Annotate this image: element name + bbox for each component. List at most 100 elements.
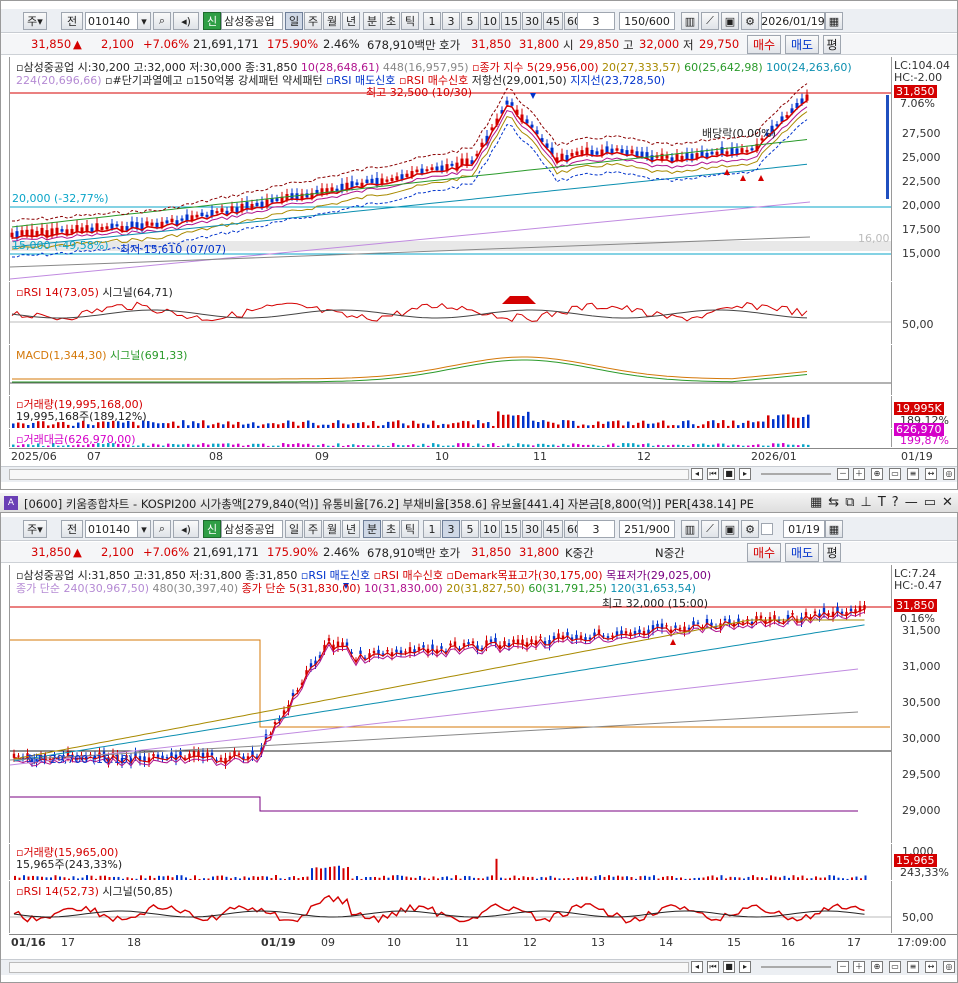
- draw-tool-icon[interactable]: ⟋: [701, 520, 719, 538]
- num-10-button[interactable]: 10: [480, 520, 500, 538]
- buy-button[interactable]: 매수: [747, 35, 781, 54]
- indicator-icon[interactable]: ▥: [681, 12, 699, 30]
- top-price-pane[interactable]: ▫삼성중공업 시:30,200 고:32,000 저:30,000 종:31,8…: [9, 57, 892, 281]
- period-second-tab[interactable]: 초: [382, 12, 400, 30]
- sell-button[interactable]: 매도: [785, 35, 819, 54]
- stock-type-select[interactable]: 주▾: [23, 12, 47, 30]
- list-icon[interactable]: ≡: [907, 961, 919, 973]
- bottom-scroll-bar[interactable]: ◂ ⏮ ■ ▸ － ＋ ⊕ ▭ ≡ ↔ ◎: [1, 959, 957, 975]
- num-5-button[interactable]: 5: [461, 520, 479, 538]
- scroll-left-icon[interactable]: ◂: [691, 961, 703, 973]
- checkbox[interactable]: [761, 523, 773, 535]
- period-minute-tab[interactable]: 분: [363, 520, 381, 538]
- zoom-out-icon[interactable]: －: [837, 961, 849, 973]
- settings-icon[interactable]: ◎: [943, 468, 955, 480]
- num-10-button[interactable]: 10: [480, 12, 500, 30]
- indicator-icon[interactable]: ▥: [681, 520, 699, 538]
- avg-button[interactable]: 평: [823, 35, 841, 54]
- grid-icon[interactable]: ▦: [810, 495, 828, 510]
- close-icon[interactable]: ✕: [942, 495, 958, 510]
- avg-button[interactable]: 평: [823, 543, 841, 562]
- gear-icon[interactable]: ⚙: [741, 520, 759, 538]
- prev-button[interactable]: 전: [61, 12, 83, 30]
- period-month-tab[interactable]: 월: [323, 520, 341, 538]
- next-icon[interactable]: ▸: [739, 961, 751, 973]
- num-15-button[interactable]: 15: [501, 12, 521, 30]
- date-field[interactable]: 2026/01/19: [761, 12, 825, 30]
- gear-icon[interactable]: ⚙: [741, 12, 759, 30]
- split-icon[interactable]: ▭: [889, 468, 901, 480]
- bottom-rsi-pane[interactable]: ▫RSI 14(52,73) 시그널(50,85): [9, 881, 892, 933]
- bottom-window-titlebar[interactable]: A [0600] 키움종합차트 - KOSPI200 시가총액[279,840(…: [0, 493, 958, 513]
- speaker-icon[interactable]: ◂): [173, 12, 199, 30]
- period-minute-tab[interactable]: 분: [363, 12, 381, 30]
- zoom-in-icon[interactable]: ＋: [853, 468, 865, 480]
- save-icon[interactable]: ▣: [721, 12, 739, 30]
- period-year-tab[interactable]: 년: [342, 520, 360, 538]
- zoom-out-icon[interactable]: －: [837, 468, 849, 480]
- pause-icon[interactable]: ■: [723, 961, 735, 973]
- top-scroll-bar[interactable]: ◂ ⏮ ■ ▸ － ＋ ⊕ ▭ ≡ ↔ ◎: [1, 466, 957, 482]
- split-icon[interactable]: ▭: [889, 961, 901, 973]
- count-select[interactable]: 3: [577, 520, 615, 538]
- num-5-button[interactable]: 5: [461, 12, 479, 30]
- minimize-icon[interactable]: —: [905, 495, 924, 510]
- sell-button[interactable]: 매도: [785, 543, 819, 562]
- maximize-icon[interactable]: ▭: [924, 495, 942, 510]
- top-amount-pane[interactable]: ▫거래대금(626,970,00): [9, 429, 891, 447]
- num-45-button[interactable]: 45: [543, 520, 563, 538]
- copy-icon[interactable]: ⧉: [845, 495, 860, 510]
- calendar-icon[interactable]: ▦: [825, 520, 843, 538]
- speaker-icon[interactable]: ◂): [173, 520, 199, 538]
- link-icon[interactable]: ⇆: [828, 495, 845, 510]
- save-icon[interactable]: ▣: [721, 520, 739, 538]
- top-volume-pane[interactable]: ▫거래량(19,995,168,00) 19,995,168주(189,12%): [9, 396, 891, 428]
- scroll-track[interactable]: [9, 469, 689, 480]
- search-icon[interactable]: ⌕: [153, 12, 171, 30]
- period-year-tab[interactable]: 년: [342, 12, 360, 30]
- code-dropdown-button[interactable]: ▾: [137, 520, 151, 538]
- period-second-tab[interactable]: 초: [382, 520, 400, 538]
- pin-icon[interactable]: ⊥: [861, 495, 878, 510]
- zoom-slider[interactable]: [761, 473, 831, 475]
- top-macd-pane[interactable]: MACD(1,344,30) 시그널(691,33): [9, 345, 892, 395]
- bottom-price-pane[interactable]: ▫삼성중공업 시:31,850 고:31,850 저:31,800 종:31,8…: [9, 565, 892, 843]
- count-select[interactable]: 3: [577, 12, 615, 30]
- zoom-slider[interactable]: [761, 966, 831, 968]
- list-icon[interactable]: ≡: [907, 468, 919, 480]
- pause-icon[interactable]: ■: [723, 468, 735, 480]
- stock-type-select[interactable]: 주▾: [23, 520, 47, 538]
- zoom-in-icon[interactable]: ＋: [853, 961, 865, 973]
- period-day-tab[interactable]: 일: [285, 12, 303, 30]
- expand-icon[interactable]: ↔: [925, 961, 937, 973]
- scroll-left-icon[interactable]: ◂: [691, 468, 703, 480]
- first-icon[interactable]: ⏮: [707, 468, 719, 480]
- next-icon[interactable]: ▸: [739, 468, 751, 480]
- num-45-button[interactable]: 45: [543, 12, 563, 30]
- zoom-icon[interactable]: ⊕: [871, 468, 883, 480]
- draw-tool-icon[interactable]: ⟋: [701, 12, 719, 30]
- calendar-icon[interactable]: ▦: [825, 12, 843, 30]
- period-tick-tab[interactable]: 틱: [401, 12, 419, 30]
- period-tick-tab[interactable]: 틱: [401, 520, 419, 538]
- text-icon[interactable]: T: [878, 495, 892, 510]
- num-1-button[interactable]: 1: [423, 12, 441, 30]
- num-3-button[interactable]: 3: [442, 520, 460, 538]
- code-dropdown-button[interactable]: ▾: [137, 12, 151, 30]
- scroll-track[interactable]: [9, 962, 689, 973]
- settings-icon[interactable]: ◎: [943, 961, 955, 973]
- search-icon[interactable]: ⌕: [153, 520, 171, 538]
- help-icon[interactable]: ?: [892, 495, 905, 510]
- period-day-tab[interactable]: 일: [285, 520, 303, 538]
- expand-icon[interactable]: ↔: [925, 468, 937, 480]
- buy-button[interactable]: 매수: [747, 543, 781, 562]
- num-30-button[interactable]: 30: [522, 520, 542, 538]
- prev-button[interactable]: 전: [61, 520, 83, 538]
- num-1-button[interactable]: 1: [423, 520, 441, 538]
- num-15-button[interactable]: 15: [501, 520, 521, 538]
- num-30-button[interactable]: 30: [522, 12, 542, 30]
- bottom-volume-pane[interactable]: ▫거래량(15,965,00) 15,965주(243,33%): [9, 844, 891, 880]
- num-3-button[interactable]: 3: [442, 12, 460, 30]
- period-week-tab[interactable]: 주: [304, 12, 322, 30]
- top-rsi-pane[interactable]: ▫RSI 14(73,05) 시그널(64,71): [9, 282, 892, 344]
